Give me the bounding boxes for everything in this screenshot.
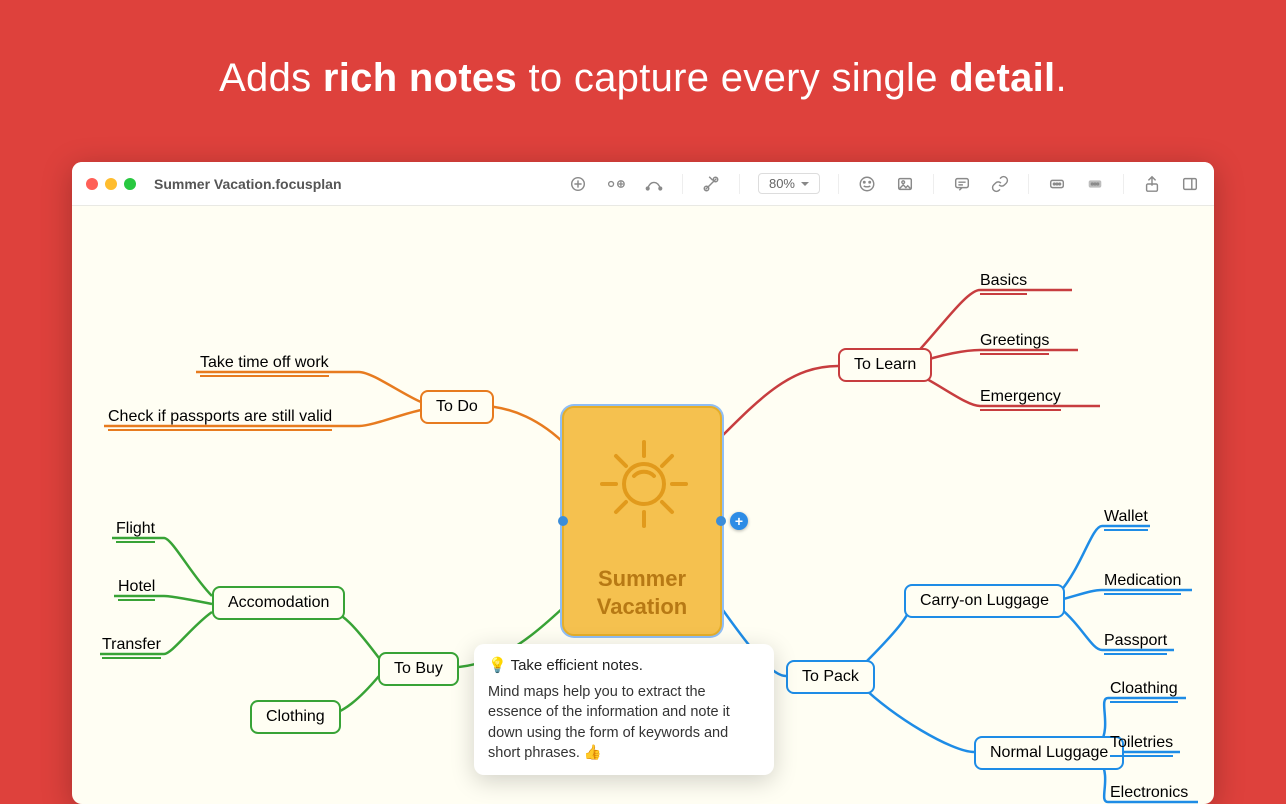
add-child-button[interactable]: + <box>730 512 748 530</box>
emoji-icon[interactable] <box>857 174 877 194</box>
leaf-flight[interactable]: Flight <box>116 520 155 543</box>
cut-link-icon[interactable] <box>701 174 721 194</box>
leaf-take-time-off[interactable]: Take time off work <box>200 354 329 377</box>
central-node-title: SummerVacation <box>597 565 687 620</box>
leaf-greetings[interactable]: Greetings <box>980 332 1049 355</box>
note-icon[interactable] <box>952 174 972 194</box>
link-icon[interactable] <box>990 174 1010 194</box>
document-title: Summer Vacation.focusplan <box>154 176 342 192</box>
more-outline-icon[interactable] <box>1047 174 1067 194</box>
leaf-transfer[interactable]: Transfer <box>102 636 161 659</box>
minimize-window-icon[interactable] <box>105 178 117 190</box>
branch-tobuy[interactable]: To Buy <box>378 652 459 686</box>
share-icon[interactable] <box>1142 174 1162 194</box>
node-clothing[interactable]: Clothing <box>250 700 341 734</box>
mindmap-canvas[interactable]: SummerVacation + To Do Take time off wor… <box>72 206 1214 804</box>
node-accommodation[interactable]: Accomodation <box>212 586 345 620</box>
leaf-basics[interactable]: Basics <box>980 272 1027 295</box>
zoom-window-icon[interactable] <box>124 178 136 190</box>
sun-icon <box>594 434 694 534</box>
add-node-icon[interactable] <box>568 174 588 194</box>
more-fill-icon[interactable] <box>1085 174 1105 194</box>
leaf-electronics[interactable]: Electronics <box>1110 784 1188 804</box>
marketing-headline: Adds rich notes to capture every single … <box>0 0 1286 101</box>
node-handle-left[interactable] <box>558 516 568 526</box>
sidebar-toggle-icon[interactable] <box>1180 174 1200 194</box>
traffic-lights <box>86 178 136 190</box>
relation-icon[interactable] <box>644 174 664 194</box>
toolbar: 80% <box>568 173 1200 194</box>
leaf-check-passports[interactable]: Check if passports are still valid <box>108 408 332 431</box>
add-sibling-icon[interactable] <box>606 174 626 194</box>
leaf-passport[interactable]: Passport <box>1104 632 1167 655</box>
zoom-dropdown[interactable]: 80% <box>758 173 820 194</box>
node-carryon[interactable]: Carry-on Luggage <box>904 584 1065 618</box>
app-window: Summer Vacation.focusplan 80% <box>72 162 1214 804</box>
leaf-hotel[interactable]: Hotel <box>118 578 155 601</box>
branch-todo[interactable]: To Do <box>420 390 494 424</box>
branch-tolearn[interactable]: To Learn <box>838 348 932 382</box>
note-popover: 💡 Take efficient notes. Mind maps help y… <box>474 644 774 775</box>
node-normal[interactable]: Normal Luggage <box>974 736 1124 770</box>
note-body: Mind maps help you to extract the essenc… <box>488 682 760 763</box>
close-window-icon[interactable] <box>86 178 98 190</box>
leaf-toiletries[interactable]: Toiletries <box>1110 734 1173 757</box>
central-node[interactable]: SummerVacation + <box>562 406 722 636</box>
image-icon[interactable] <box>895 174 915 194</box>
leaf-wallet[interactable]: Wallet <box>1104 508 1148 531</box>
leaf-medication[interactable]: Medication <box>1104 572 1181 595</box>
leaf-cloathing[interactable]: Cloathing <box>1110 680 1178 703</box>
titlebar: Summer Vacation.focusplan 80% <box>72 162 1214 206</box>
node-handle-right[interactable] <box>716 516 726 526</box>
branch-topack[interactable]: To Pack <box>786 660 875 694</box>
leaf-emergency[interactable]: Emergency <box>980 388 1061 411</box>
note-title: 💡 Take efficient notes. <box>488 656 760 674</box>
